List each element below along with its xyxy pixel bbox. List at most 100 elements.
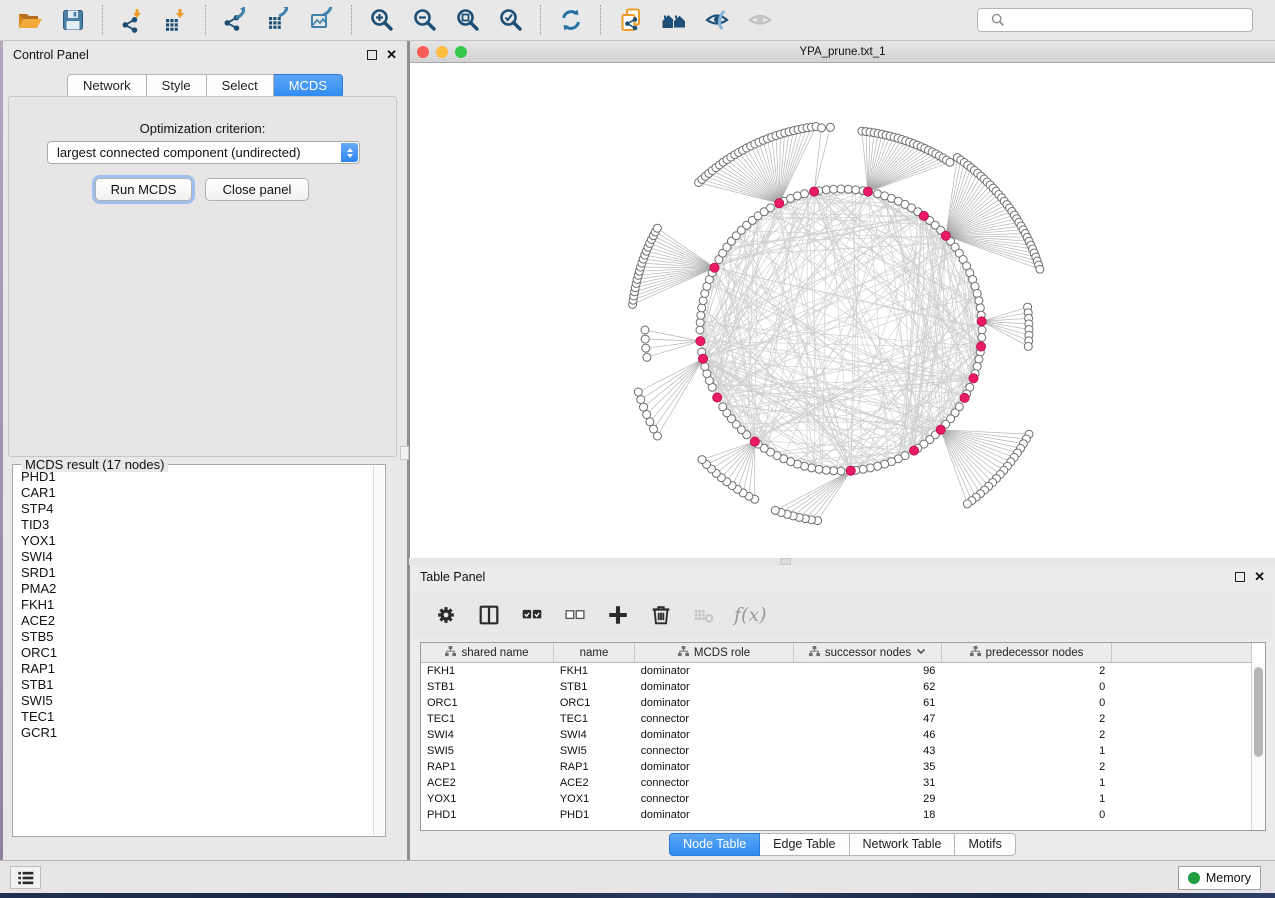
mcds-result-item[interactable]: SWI4 [14, 549, 373, 565]
tab-edge-table[interactable]: Edge Table [760, 833, 849, 856]
open-session-icon[interactable] [16, 7, 43, 34]
tab-mcds[interactable]: MCDS [274, 74, 343, 98]
table-cell[interactable]: 18 [794, 809, 942, 821]
table-cell[interactable]: FKH1 [554, 665, 635, 677]
table-cell[interactable]: TEC1 [554, 713, 635, 725]
table-cell[interactable]: 96 [794, 665, 942, 677]
mcds-result-item[interactable]: CAR1 [14, 485, 373, 501]
search-input[interactable] [1015, 10, 1252, 30]
zoom-in-icon[interactable] [368, 7, 395, 34]
table-row[interactable]: FKH1FKH1dominator962 [421, 663, 1251, 679]
table-cell[interactable]: YOX1 [554, 793, 635, 805]
close-panel-button[interactable]: Close panel [205, 178, 309, 201]
mcds-list-scrollbar[interactable] [373, 466, 384, 835]
table-cell[interactable]: YOX1 [421, 793, 554, 805]
table-scrollbar-thumb[interactable] [1254, 667, 1263, 757]
table-cell[interactable]: STB1 [421, 681, 554, 693]
hide-selected-eye-slash-icon[interactable] [703, 7, 730, 34]
search-box[interactable] [977, 8, 1253, 32]
table-cell[interactable]: FKH1 [421, 665, 554, 677]
dropdown-stepper-icon[interactable] [341, 143, 358, 162]
table-row[interactable]: SWI5SWI5connector431 [421, 743, 1251, 759]
table-cell[interactable]: connector [635, 713, 794, 725]
tab-network[interactable]: Network [67, 74, 147, 98]
run-mcds-button[interactable]: Run MCDS [95, 178, 192, 201]
table-cell[interactable]: 1 [941, 793, 1111, 805]
zoom-out-icon[interactable] [411, 7, 438, 34]
table-cell[interactable]: 1 [941, 777, 1111, 789]
table-cell[interactable]: dominator [635, 761, 794, 773]
table-cell[interactable]: ACE2 [421, 777, 554, 789]
table-cell[interactable]: connector [635, 793, 794, 805]
column-header-successor-nodes[interactable]: successor nodes [794, 643, 942, 663]
table-cell[interactable]: dominator [635, 681, 794, 693]
table-cell[interactable]: SWI4 [421, 729, 554, 741]
table-cell[interactable]: 2 [941, 729, 1111, 741]
table-cell[interactable]: 0 [941, 681, 1111, 693]
tab-network-table[interactable]: Network Table [850, 833, 956, 856]
close-table-panel-icon[interactable]: ✕ [1254, 572, 1265, 582]
clone-network-icon[interactable] [617, 7, 644, 34]
table-cell[interactable]: ORC1 [421, 697, 554, 709]
table-cell[interactable]: SWI5 [421, 745, 554, 757]
table-cell[interactable]: ACE2 [554, 777, 635, 789]
apply-layout-refresh-icon[interactable] [557, 7, 584, 34]
mcds-result-item[interactable]: TID3 [14, 517, 373, 533]
mcds-result-item[interactable]: YOX1 [14, 533, 373, 549]
zoom-selected-icon[interactable] [497, 7, 524, 34]
table-cell[interactable]: 0 [941, 809, 1111, 821]
mcds-result-item[interactable]: STB5 [14, 629, 373, 645]
network-window-titlebar[interactable]: YPA_prune.txt_1 [410, 41, 1275, 63]
import-table-icon[interactable] [162, 7, 189, 34]
manage-columns-icon[interactable] [476, 602, 502, 628]
table-row[interactable]: YOX1YOX1connector291 [421, 791, 1251, 807]
table-cell[interactable]: 2 [941, 713, 1111, 725]
table-cell[interactable]: connector [635, 777, 794, 789]
first-neighbors-houses-icon[interactable] [660, 7, 687, 34]
table-cell[interactable]: dominator [635, 809, 794, 821]
table-cell[interactable]: 2 [941, 665, 1111, 677]
table-cell[interactable]: STB1 [554, 681, 635, 693]
close-panel-icon[interactable]: ✕ [386, 50, 397, 60]
export-image-icon[interactable] [308, 7, 335, 34]
export-network-icon[interactable] [222, 7, 249, 34]
select-all-checked-icon[interactable] [519, 602, 545, 628]
column-header-name[interactable]: name [554, 643, 635, 663]
table-cell[interactable]: 43 [794, 745, 942, 757]
mcds-result-item[interactable]: STB1 [14, 677, 373, 693]
mcds-result-item[interactable]: GCR1 [14, 725, 373, 741]
column-header-MCDS-role[interactable]: MCDS role [635, 643, 794, 663]
list-menu-icon[interactable] [12, 864, 39, 891]
mcds-result-item[interactable]: RAP1 [14, 661, 373, 677]
table-cell[interactable]: PHD1 [421, 809, 554, 821]
float-panel-icon[interactable] [367, 50, 377, 60]
table-cell[interactable]: 61 [794, 697, 942, 709]
memory-button[interactable]: Memory [1178, 866, 1261, 890]
table-scrollbar[interactable] [1251, 663, 1265, 830]
network-canvas[interactable] [410, 63, 1275, 558]
mcds-result-item[interactable]: PHD1 [14, 469, 373, 485]
table-cell[interactable]: 31 [794, 777, 942, 789]
mcds-result-list[interactable]: PHD1CAR1STP4TID3YOX1SWI4SRD1PMA2FKH1ACE2… [14, 469, 373, 835]
table-cell[interactable]: 46 [794, 729, 942, 741]
table-cell[interactable]: 29 [794, 793, 942, 805]
table-row[interactable]: TEC1TEC1connector472 [421, 711, 1251, 727]
mcds-result-item[interactable]: SRD1 [14, 565, 373, 581]
mcds-result-item[interactable]: PMA2 [14, 581, 373, 597]
table-row[interactable]: ORC1ORC1dominator610 [421, 695, 1251, 711]
table-cell[interactable]: 1 [941, 745, 1111, 757]
table-row[interactable]: RAP1RAP1dominator352 [421, 759, 1251, 775]
table-row[interactable]: STB1STB1dominator620 [421, 679, 1251, 695]
table-cell[interactable]: SWI5 [554, 745, 635, 757]
table-cell[interactable]: SWI4 [554, 729, 635, 741]
delete-trash-icon[interactable] [648, 602, 674, 628]
table-cell[interactable]: TEC1 [421, 713, 554, 725]
tab-motifs[interactable]: Motifs [955, 833, 1015, 856]
table-row[interactable]: SWI4SWI4dominator462 [421, 727, 1251, 743]
float-table-panel-icon[interactable] [1235, 572, 1245, 582]
table-cell[interactable]: 2 [941, 761, 1111, 773]
mcds-result-item[interactable]: TEC1 [14, 709, 373, 725]
tab-node-table[interactable]: Node Table [669, 833, 760, 856]
horizontal-splitter-handle[interactable] [780, 558, 791, 565]
table-cell[interactable]: 0 [941, 697, 1111, 709]
